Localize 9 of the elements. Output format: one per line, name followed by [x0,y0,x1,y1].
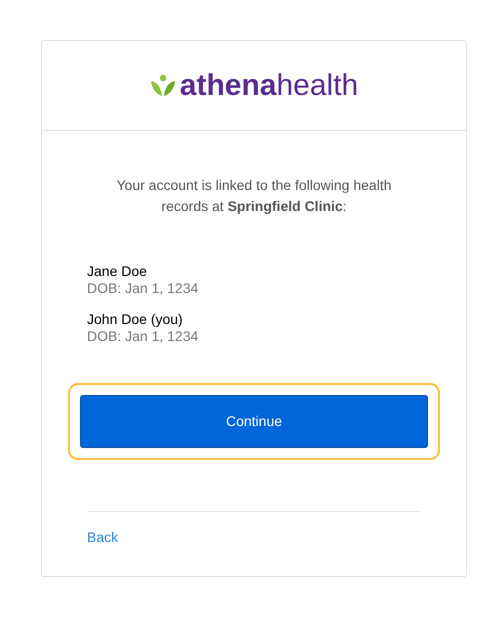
patient-name: John Doe (you) [87,311,184,328]
leaf-logo-icon [150,74,176,98]
patient-name: Jane Doe [87,263,148,280]
linked-records-message: Your account is linked to the following health records at Springfield Clinic: [116,176,392,216]
logo-wordmark: athenahealth [180,70,358,100]
back-link[interactable]: Back [87,527,118,548]
date-of-birth: DOB: Jan 1, 1234 [87,328,200,345]
continue-button[interactable]: Continue [80,395,428,448]
date-of-birth: DOB: Jan 1, 1234 [87,280,200,297]
